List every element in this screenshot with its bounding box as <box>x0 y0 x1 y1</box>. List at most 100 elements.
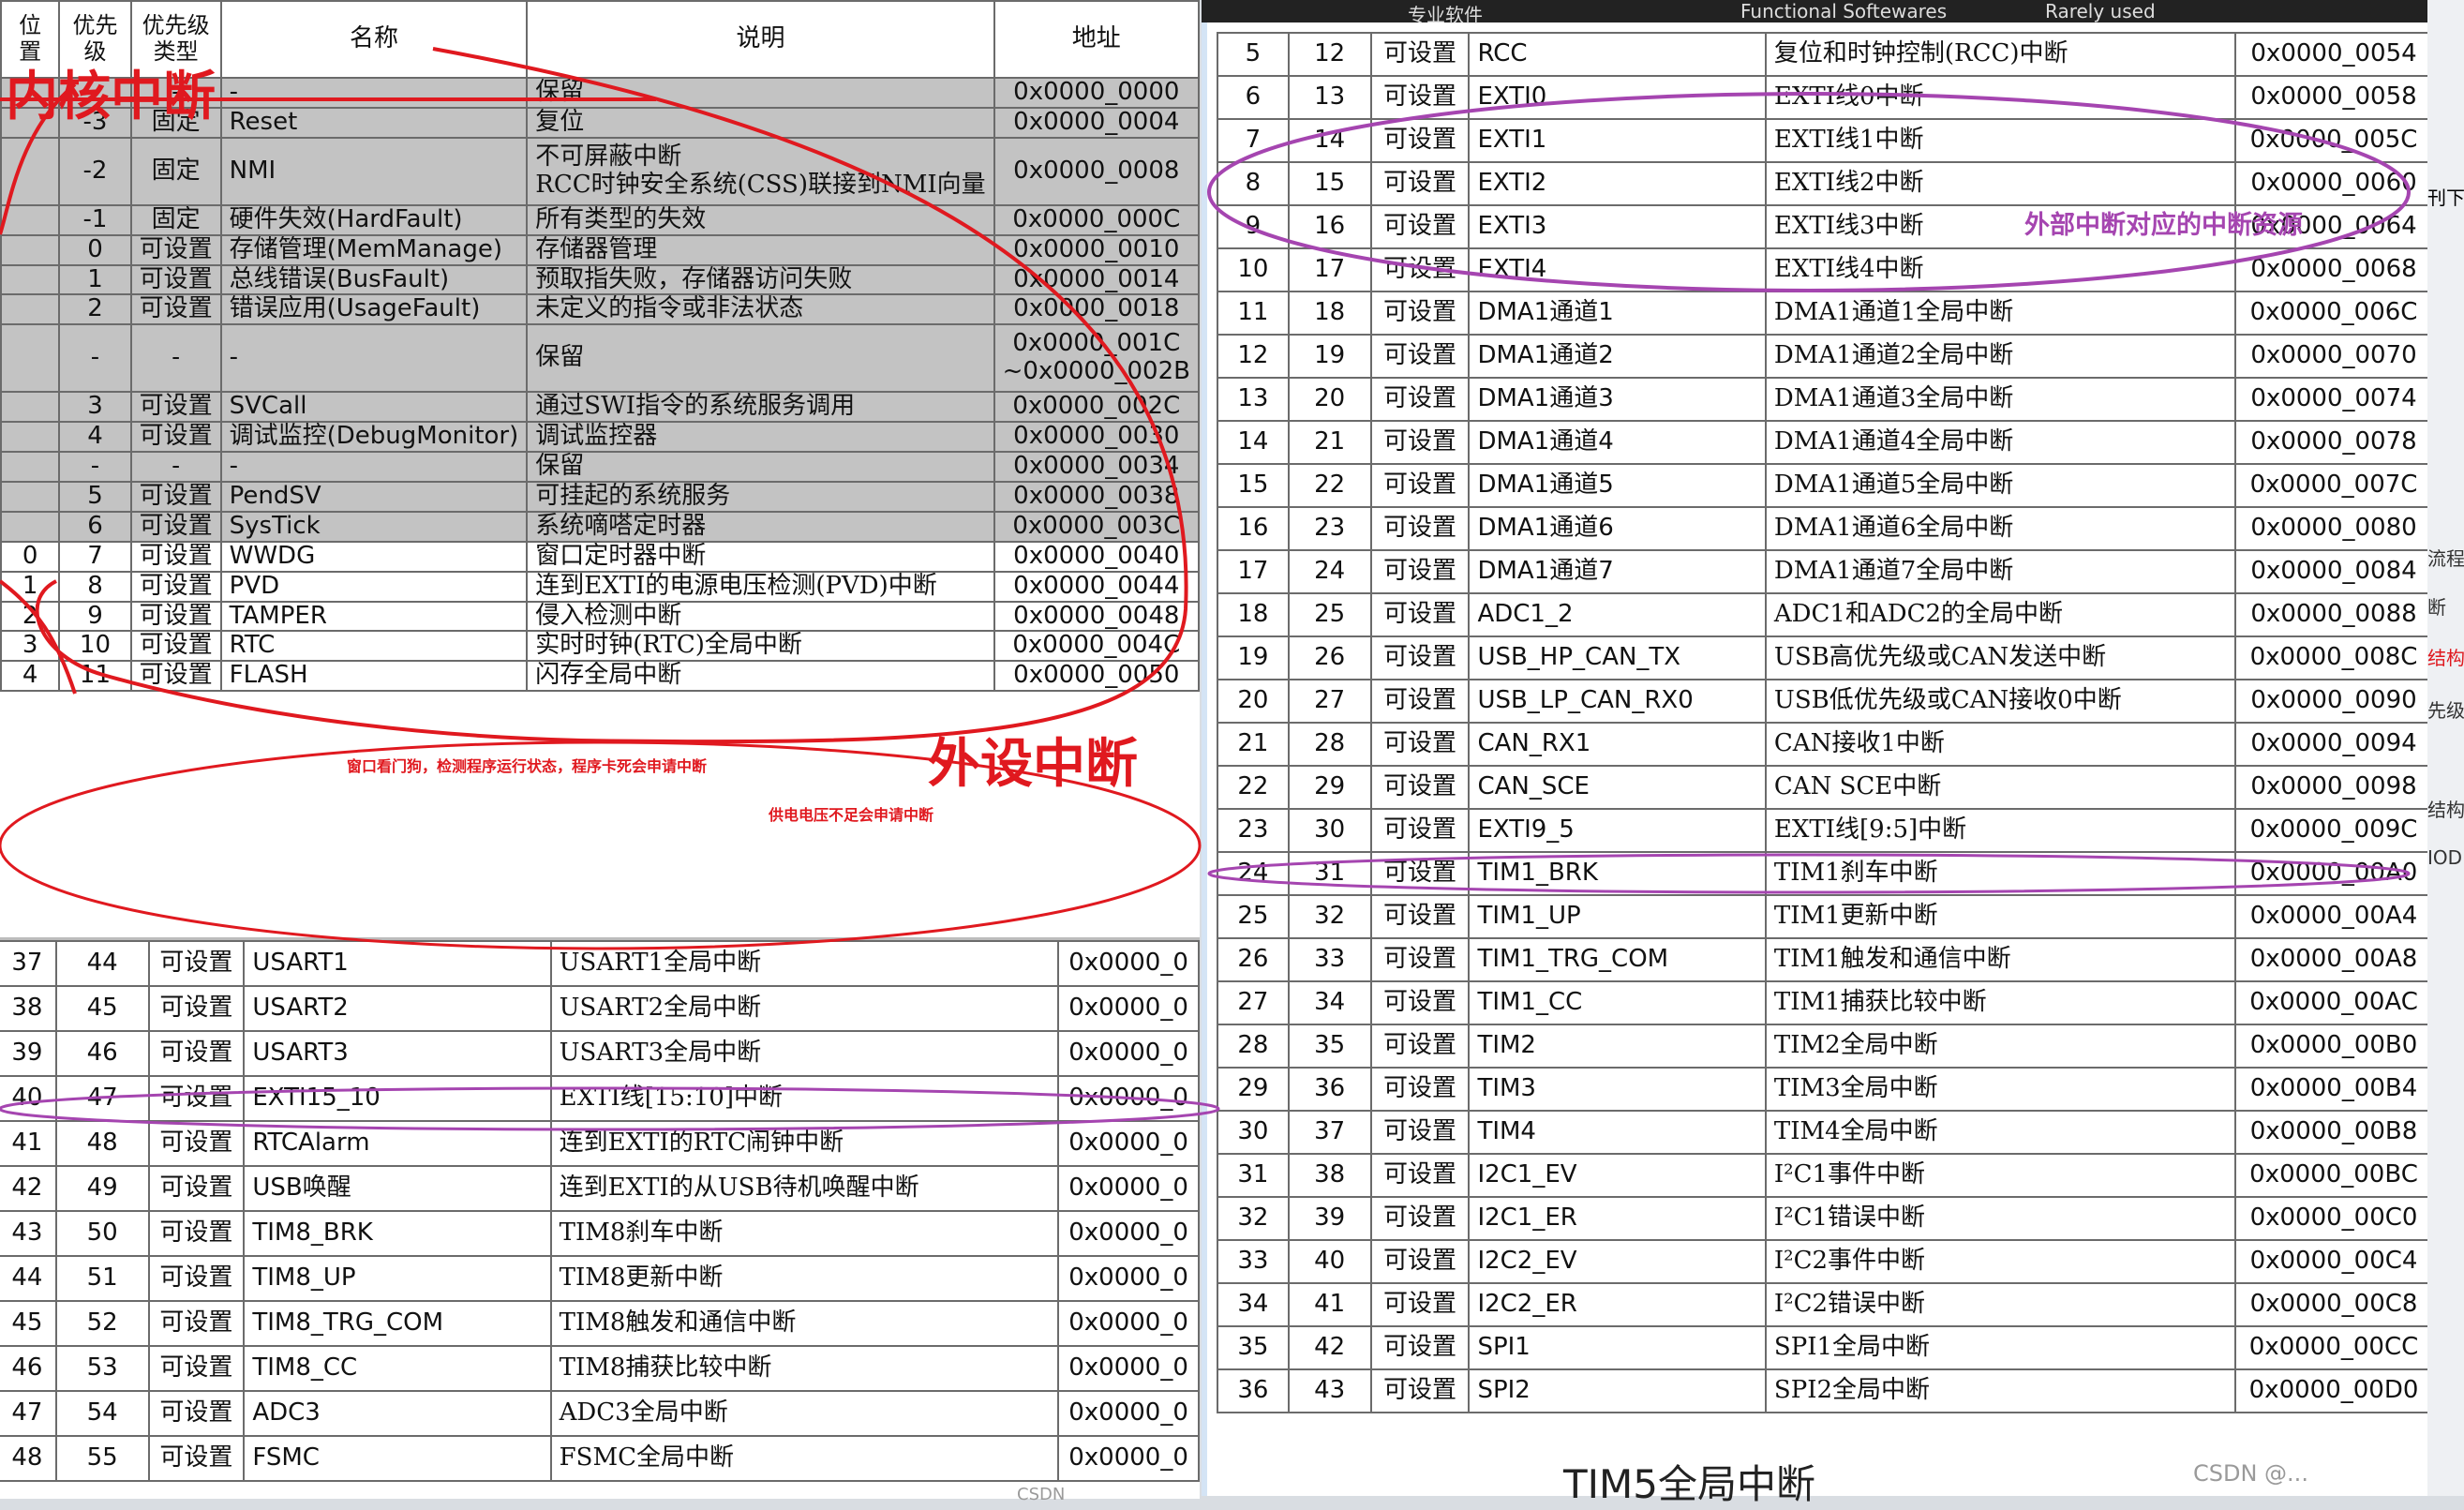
table-row: 1 可设置 总线错误(BusFault) 预取指失败，存储器访问失败 0x0000_00… <box>0 263 1200 296</box>
cell-position: 41 <box>0 1120 57 1167</box>
table-row: 3 10 可设置 RTC 实时时钟(RTC)全局中断 0x0000_004C <box>0 630 1200 663</box>
cell-address: 0x0000_0030 <box>993 421 1200 454</box>
cell-address: 0x0000_009C <box>2234 808 2433 853</box>
cell-address: 0x0000_0088 <box>2234 592 2433 637</box>
cell-name: TIM8_TRG_COM <box>243 1300 552 1347</box>
table-row: 2 可设置 错误应用(UsageFault) 未定义的指令或非法状态 0x0000_00… <box>0 293 1200 326</box>
cell-position: 7 <box>1217 118 1290 163</box>
cell-name: TIM1_TRG_COM <box>1468 937 1767 982</box>
cell-priority-type: 可设置 <box>1369 722 1471 767</box>
cell-address: 0x0000_00B0 <box>2234 1024 2433 1069</box>
edge-fragment: 先级 <box>2427 699 2464 722</box>
cell-priority-type: 可设置 <box>129 600 222 633</box>
table-row: 19 26 可设置 USB_HP_CAN_TX USB高优先级或CAN发送中断 0x000… <box>1217 635 2433 680</box>
cell-address: 0x0000_0080 <box>2234 506 2433 551</box>
table-row: 11 18 可设置 DMA1通道1 DMA1通道1全局中断 0x0000_006C <box>1217 291 2433 336</box>
cell-position: 35 <box>1217 1325 1290 1370</box>
cell-priority: 46 <box>54 1030 150 1077</box>
cell-description: I²C2事件中断 <box>1764 1239 2237 1284</box>
cell-position: 31 <box>1217 1153 1290 1198</box>
cell-name: PVD <box>219 570 529 603</box>
cell-priority-type: 可设置 <box>147 985 246 1032</box>
cell-name: TIM8_BRK <box>243 1210 552 1257</box>
cell-description: TIM3全局中断 <box>1764 1067 2237 1112</box>
cell-priority-type: 可设置 <box>129 421 222 454</box>
cell-priority-type: 可设置 <box>147 1210 246 1257</box>
cell-position <box>0 263 61 296</box>
cell-name: TIM1_CC <box>1468 980 1767 1025</box>
cell-priority: 2 <box>58 293 132 326</box>
cell-description: 连到EXTI的RTC闹钟中断 <box>549 1120 1060 1167</box>
cell-address: 0x0000_0038 <box>993 481 1200 513</box>
cell-priority: 17 <box>1287 247 1372 292</box>
cell-priority-type: 可设置 <box>1369 1368 1471 1413</box>
cell-name: CAN_SCE <box>1468 765 1767 810</box>
cell-description: DMA1通道4全局中断 <box>1764 420 2237 465</box>
edge-fragment: IOD <box>2427 846 2463 869</box>
cell-name: Reset <box>219 106 529 139</box>
cell-priority-type: 可设置 <box>1369 506 1471 551</box>
cell-priority: 15 <box>1287 161 1372 206</box>
cell-name: TIM3 <box>1468 1067 1767 1112</box>
cell-priority: 50 <box>54 1210 150 1257</box>
annotation-core-interrupt: 内核中断 <box>6 67 216 127</box>
table-row: 28 35 可设置 TIM2 TIM2全局中断 0x0000_00B0 <box>1217 1024 2433 1069</box>
cell-address: 0x0000_0090 <box>2234 679 2433 724</box>
cell-description: I²C1事件中断 <box>1764 1153 2237 1198</box>
cell-position: 36 <box>1217 1368 1290 1413</box>
table-row: 18 25 可设置 ADC1_2 ADC1和ADC2的全局中断 0x0000_0088 <box>1217 592 2433 637</box>
cell-priority-type: 可设置 <box>1369 549 1471 594</box>
table-row: 0 可设置 存储管理(MemManage) 存储器管理 0x0000_0010 <box>0 233 1200 266</box>
cell-priority-type: 可设置 <box>147 1075 246 1122</box>
cell-position: 11 <box>1217 291 1290 336</box>
cell-name: NMI <box>219 136 529 206</box>
cell-priority-type: 可设置 <box>147 1030 246 1077</box>
cell-address: 0x0000_0 <box>1057 1165 1200 1212</box>
cell-address: 0x0000_0078 <box>2234 420 2433 465</box>
cell-priority-type: 可设置 <box>129 481 222 513</box>
cell-address: 0x0000_0 <box>1057 1300 1200 1347</box>
cell-description: SPI1全局中断 <box>1764 1325 2237 1370</box>
table-row: 22 29 可设置 CAN_SCE CAN SCE中断 0x0000_0098 <box>1217 765 2433 810</box>
cell-name: RCC <box>1468 32 1767 77</box>
cell-address: 0x0000_00B8 <box>2234 1110 2433 1155</box>
cell-priority-type: 可设置 <box>1369 635 1471 680</box>
cell-name: EXTI1 <box>1468 118 1767 163</box>
cell-description: CAN接收1中断 <box>1764 722 2237 767</box>
cell-name: TAMPER <box>219 600 529 633</box>
cell-priority-type: - <box>129 451 222 484</box>
cell-name: USB唤醒 <box>243 1165 552 1212</box>
cell-name: I2C1_EV <box>1468 1153 1767 1198</box>
strip-label-1: 专业软件 <box>1408 4 1483 26</box>
cell-position: 30 <box>1217 1110 1290 1155</box>
cell-name: RTC <box>219 630 529 663</box>
cell-address: 0x0000_005C <box>2234 118 2433 163</box>
cell-name: 错误应用(UsageFault) <box>219 293 529 326</box>
cell-priority-type: 可设置 <box>1369 377 1471 422</box>
cell-description: 复位 <box>526 106 995 139</box>
strip-label-3: Rarely used <box>2045 0 2156 22</box>
cell-position: 6 <box>1217 75 1290 120</box>
cell-name: TIM8_UP <box>243 1255 552 1302</box>
table-row: 33 40 可设置 I2C2_EV I²C2事件中断 0x0000_00C4 <box>1217 1239 2433 1284</box>
table-row: 30 37 可设置 TIM4 TIM4全局中断 0x0000_00B8 <box>1217 1110 2433 1155</box>
cell-position: 10 <box>1217 247 1290 292</box>
cell-priority-type: 可设置 <box>1369 1067 1471 1112</box>
cell-name: I2C2_EV <box>1468 1239 1767 1284</box>
table-row: 4 11 可设置 FLASH 闪存全局中断 0x0000_0050 <box>0 660 1200 693</box>
cell-priority: 39 <box>1287 1196 1372 1241</box>
cell-position: 29 <box>1217 1067 1290 1112</box>
table-row: 15 22 可设置 DMA1通道5 DMA1通道5全局中断 0x0000_007C <box>1217 463 2433 508</box>
cell-priority: 4 <box>58 421 132 454</box>
cell-description: 保留 <box>526 323 995 394</box>
cell-address: 0x0000_0004 <box>993 106 1200 139</box>
cell-address: 0x0000_0 <box>1057 1030 1200 1077</box>
cell-priority-type: 可设置 <box>1369 592 1471 637</box>
cell-priority: 24 <box>1287 549 1372 594</box>
cell-name: EXTI0 <box>1468 75 1767 120</box>
table-row: 45 52 可设置 TIM8_TRG_COM TIM8触发和通信中断 0x0000_0 <box>0 1300 1200 1347</box>
cell-position: 39 <box>0 1030 57 1077</box>
cell-priority: 41 <box>1287 1282 1372 1327</box>
table-row: 39 46 可设置 USART3 USART3全局中断 0x0000_0 <box>0 1030 1200 1077</box>
cell-position: 37 <box>0 940 57 987</box>
